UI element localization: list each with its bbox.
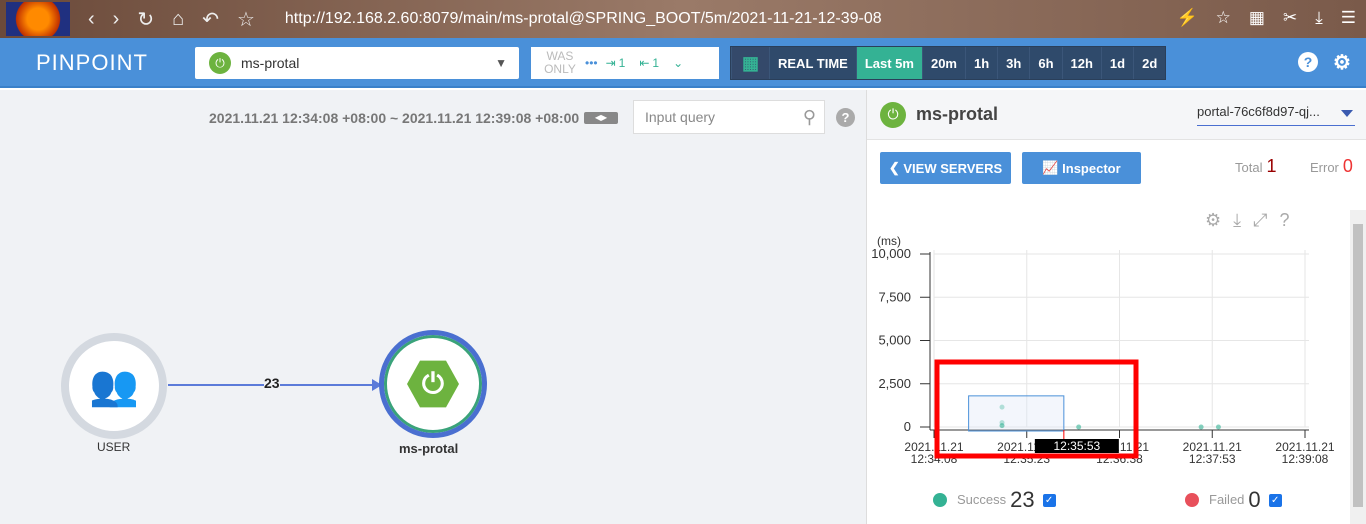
- lightning-icon[interactable]: ⚡: [1177, 8, 1198, 28]
- cursor-time-label: 12:35:53: [1053, 439, 1100, 453]
- gear-icon[interactable]: ⚙: [1205, 210, 1221, 230]
- x-tick-label: 12:39:08: [1282, 452, 1329, 466]
- inbound-depth[interactable]: 1: [619, 56, 626, 70]
- time-1d[interactable]: 1d: [1100, 47, 1133, 79]
- chevron-down-icon: ▼: [495, 56, 507, 70]
- info-panel: ⏻ ms-protal portal-76c6f8d97-qj... ❮ VIEW…: [866, 90, 1366, 524]
- app-header: PINPOINT ⏻ ms-protal ▼ WAS ONLY ••• ⇥ 1 ⇤…: [0, 38, 1366, 88]
- spring-boot-icon: ⏻: [880, 101, 906, 128]
- time-real-time[interactable]: REAL TIME: [769, 47, 856, 79]
- back-icon[interactable]: ‹: [88, 8, 95, 31]
- help-icon[interactable]: ?: [1298, 52, 1318, 72]
- success-count: 23: [1010, 487, 1035, 512]
- legend-failed: Failed 0 ✓: [1185, 488, 1282, 512]
- time-range-selector: ▦ REAL TIME Last 5m 20m 1h 3h 6h 12h 1d …: [730, 46, 1167, 80]
- panel-title: ms-protal: [916, 104, 999, 124]
- chevron-down-icon[interactable]: ⌄: [673, 56, 683, 70]
- extensions-icon[interactable]: ▦: [1249, 8, 1265, 28]
- scrollbar-thumb[interactable]: [1353, 224, 1363, 507]
- time-12h[interactable]: 12h: [1061, 47, 1101, 79]
- y-tick-label: 5,000: [878, 333, 911, 348]
- data-point: [1215, 424, 1221, 430]
- data-point: [1076, 424, 1082, 430]
- app-node-label: ms-protal: [399, 441, 459, 456]
- success-checkbox[interactable]: ✓: [1042, 493, 1056, 507]
- calendar-icon[interactable]: ▦: [731, 47, 769, 79]
- nodes-icon: •••: [585, 56, 598, 70]
- was-only-toggle[interactable]: WAS ONLY: [543, 50, 577, 76]
- data-point: [1198, 424, 1204, 430]
- failed-count: 0: [1248, 487, 1261, 512]
- time-range-label: 2021.11.21 12:34:08 +08:00 ~ 2021.11.21 …: [209, 110, 580, 126]
- help-icon[interactable]: ?: [1280, 210, 1290, 230]
- gear-icon[interactable]: ⚙: [1332, 52, 1352, 74]
- agent-selector[interactable]: portal-76c6f8d97-qj...: [1197, 104, 1355, 126]
- outbound-icon: ⇤: [639, 56, 650, 70]
- time-1h[interactable]: 1h: [965, 47, 997, 79]
- success-dot: [933, 493, 947, 507]
- y-tick-label: 2,500: [878, 376, 911, 391]
- undo-icon[interactable]: ↶: [202, 7, 219, 32]
- app-node[interactable]: ⏻: [379, 330, 487, 438]
- bookmark-star-icon[interactable]: ☆: [237, 7, 255, 32]
- expand-icon[interactable]: ⤢: [1253, 210, 1267, 230]
- failed-dot: [1185, 493, 1199, 507]
- forward-icon[interactable]: ›: [113, 8, 120, 31]
- time-6h[interactable]: 6h: [1029, 47, 1061, 79]
- data-point: [999, 404, 1005, 410]
- drag-selection-box: [968, 395, 1065, 432]
- failed-checkbox[interactable]: ✓: [1268, 493, 1282, 507]
- time-20m[interactable]: 20m: [921, 47, 965, 79]
- menu-icon[interactable]: ☰: [1341, 8, 1356, 28]
- success-label: Success: [957, 492, 1007, 507]
- y-tick-label: 10,000: [871, 246, 911, 261]
- home-icon[interactable]: ⌂: [172, 8, 184, 31]
- y-tick-label: 7,500: [878, 289, 911, 304]
- star-icon[interactable]: ☆: [1216, 8, 1231, 28]
- inbound-icon: ⇥: [605, 56, 616, 70]
- search-icon[interactable]: ⚲: [803, 101, 816, 133]
- time-shift-buttons[interactable]: ◀▶: [584, 112, 618, 124]
- logo: PINPOINT: [36, 50, 148, 75]
- was-only-filter[interactable]: WAS ONLY ••• ⇥ 1 ⇤ 1 ⌄: [531, 47, 719, 79]
- edge-call-count[interactable]: 23: [264, 375, 280, 391]
- query-placeholder: Input query: [645, 109, 716, 125]
- user-node-label: USER: [97, 440, 131, 454]
- download-icon[interactable]: ⤓: [1315, 8, 1323, 28]
- time-2d[interactable]: 2d: [1133, 47, 1165, 79]
- scrollbar[interactable]: [1350, 210, 1366, 524]
- spring-boot-icon: ⏻: [209, 52, 231, 74]
- scissors-icon[interactable]: ✂: [1283, 8, 1297, 28]
- help-icon[interactable]: ?: [836, 108, 855, 127]
- y-tick-label: 0: [904, 419, 911, 434]
- favicon: [6, 2, 70, 36]
- failed-label: Failed: [1209, 492, 1245, 507]
- legend-success: Success 23 ✓: [933, 488, 1056, 512]
- application-selector[interactable]: ⏻ ms-protal ▼: [195, 47, 519, 79]
- address-bar[interactable]: http://192.168.2.60:8079/main/ms-protal@…: [285, 10, 882, 28]
- time-3h[interactable]: 3h: [997, 47, 1029, 79]
- query-input[interactable]: Input query ⚲: [633, 100, 825, 134]
- server-map: 2021.11.21 12:34:08 +08:00 ~ 2021.11.21 …: [0, 90, 866, 524]
- scatter-chart[interactable]: (ms)10,0007,5005,0002,50002021.11.2112:3…: [867, 140, 1351, 480]
- users-icon: 👥: [89, 364, 139, 408]
- data-point: [999, 423, 1005, 429]
- user-node[interactable]: 👥: [61, 333, 167, 439]
- spring-boot-icon: ⏻: [407, 360, 459, 408]
- download-icon[interactable]: ⤓: [1233, 210, 1241, 230]
- time-last-5m[interactable]: Last 5m: [855, 47, 922, 79]
- reload-icon[interactable]: ↻: [137, 7, 154, 32]
- outbound-depth[interactable]: 1: [652, 56, 659, 70]
- x-tick-label: 12:37:53: [1189, 452, 1236, 466]
- selected-app: ms-protal: [241, 55, 300, 71]
- browser-toolbar: ‹ › ↻ ⌂ ↶ ☆ http://192.168.2.60:8079/mai…: [0, 0, 1366, 38]
